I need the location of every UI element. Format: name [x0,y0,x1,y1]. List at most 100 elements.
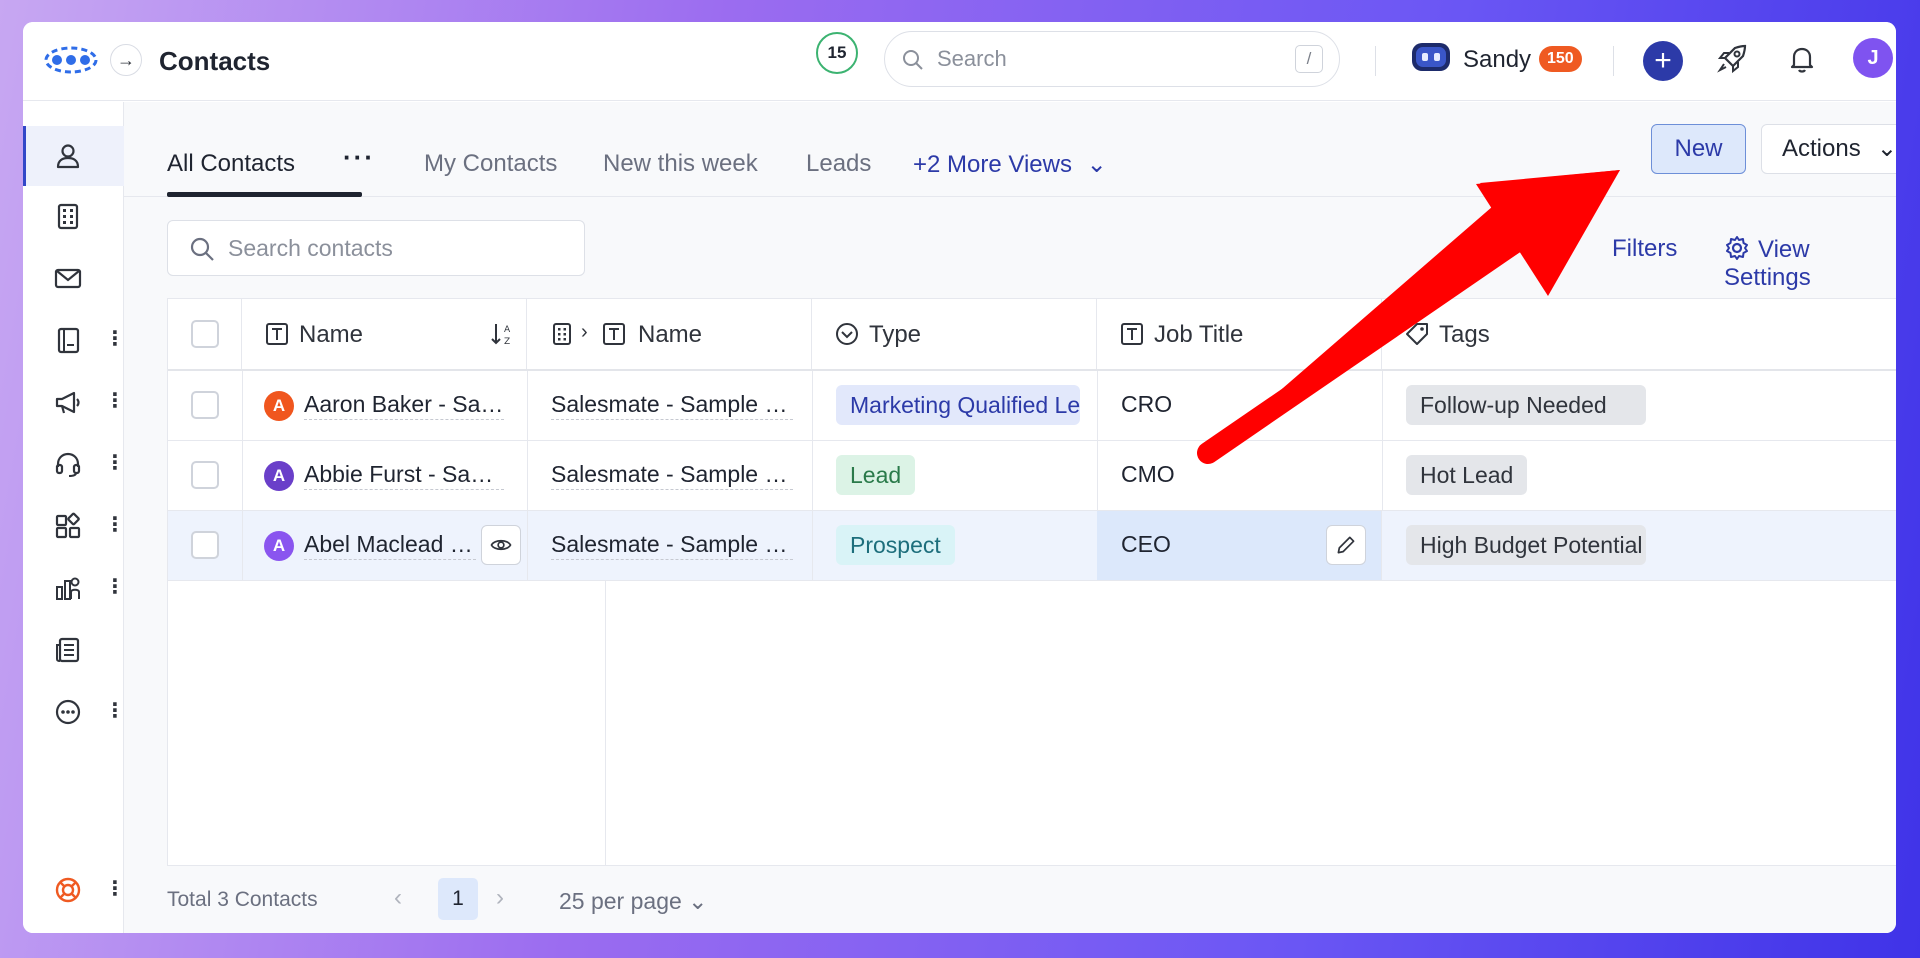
type-pill: Prospect [836,525,955,565]
actions-dropdown[interactable]: Actions ⌄ [1761,124,1896,174]
tab-new-this-week[interactable]: New this week [603,150,758,178]
select-all-checkbox[interactable] [191,320,219,348]
edit-cell-button[interactable] [1326,525,1366,565]
sidebar-item-campaigns[interactable]: ⋮ [23,372,125,432]
job-title-cell[interactable]: CMO [1121,461,1175,488]
tag-icon [1406,323,1428,345]
contact-name-link[interactable]: Abel Maclead - Sample Contact [304,531,476,560]
column-company-name[interactable]: › Name [527,299,812,369]
apps-grid-icon [55,512,81,539]
contact-name-link[interactable]: Abbie Furst - Sample Contact [304,461,504,490]
column-label: Name [299,321,364,348]
actions-label: Actions [1782,135,1861,162]
previous-page-button[interactable]: ‹ [394,884,402,912]
contact-name-link[interactable]: Aaron Baker - Sample Contact [304,391,504,420]
table-row[interactable]: A Abel Maclead - Sample Contact Salesmat… [168,511,1896,581]
sidebar-item-companies[interactable] [23,186,124,246]
table-row[interactable]: A Aaron Baker - Sample Contact Salesmate… [168,371,1896,441]
contact-avatar: A [264,531,294,561]
sidebar: ⋮ ⋮ ⋮ ⋮ ⋮ ⋮ ⋮ [23,102,125,933]
sidebar-item-support[interactable]: ⋮ [23,434,125,494]
more-options-icon[interactable]: ⋮ [105,700,125,724]
column-divider [242,371,243,440]
person-icon [56,144,80,169]
tab-leads[interactable]: Leads [806,150,871,178]
active-tab-indicator [167,192,362,197]
newspaper-icon [56,637,80,663]
lifebuoy-icon [55,877,81,903]
bell-icon[interactable] [1785,42,1819,76]
user-name[interactable]: Sandy [1463,46,1531,74]
sidebar-item-email[interactable] [23,248,124,308]
gear-icon [1726,236,1748,260]
company-name-link[interactable]: Salesmate - Sample Company [551,391,793,420]
column-contact-name[interactable]: Name A Z [242,299,527,369]
sidebar-item-more[interactable]: ⋮ [23,682,125,742]
divider [1375,46,1376,76]
row-checkbox[interactable] [191,531,219,559]
active-cell[interactable]: CEO [1097,511,1382,580]
building-icon [57,203,79,230]
search-shortcut-key: / [1295,45,1323,73]
more-views-dropdown[interactable]: +2 More Views ⌄ [913,150,1107,179]
tab-my-contacts[interactable]: My Contacts [424,150,557,178]
eye-icon [490,539,512,551]
current-page[interactable]: 1 [438,878,478,920]
tab-all-contacts[interactable]: All Contacts [167,150,295,178]
more-options-icon[interactable]: ⋮ [105,452,125,476]
contacts-search-input[interactable] [228,231,568,265]
column-tags[interactable]: Tags [1382,299,1667,369]
contact-avatar: A [264,391,294,421]
sort-az-icon[interactable]: A Z [490,321,516,347]
view-settings-button[interactable]: View Settings [1724,235,1896,292]
column-job-title[interactable]: Job Title [1097,299,1382,369]
sidebar-item-contacts[interactable] [23,126,124,186]
more-options-icon[interactable]: ⋮ [105,514,125,538]
tab-options-icon[interactable]: ··· [343,142,375,173]
more-options-icon[interactable]: ⋮ [105,878,125,902]
sidebar-item-reports[interactable]: ⋮ [23,558,125,618]
table-row[interactable]: A Abbie Furst - Sample Contact Salesmate… [168,441,1896,511]
tag-pill: High Budget Potential [1406,525,1646,565]
dropdown-circle-icon [836,323,858,345]
user-avatar[interactable]: J [1853,38,1893,78]
job-title-cell[interactable]: CRO [1121,391,1172,418]
column-type[interactable]: Type [812,299,1097,369]
company-name-link[interactable]: Salesmate - Sample Company [551,461,793,490]
more-options-icon[interactable]: ⋮ [105,576,125,600]
column-label: Tags [1439,321,1490,348]
more-options-icon[interactable]: ⋮ [105,328,125,352]
company-name-link[interactable]: Salesmate - Sample Company [551,531,793,560]
assistant-bot-icon[interactable] [1409,40,1453,74]
reports-icon [56,577,80,600]
column-divider [527,371,528,440]
sidebar-item-deals[interactable]: ⋮ [23,310,125,370]
next-page-button[interactable]: › [496,884,504,912]
job-title-cell[interactable]: CEO [1121,531,1171,558]
notification-count-badge[interactable]: 15 [816,32,858,74]
expand-sidebar-button[interactable]: → [110,44,142,76]
column-divider [527,511,528,580]
chevron-down-icon: ⌄ [1086,151,1107,178]
sidebar-item-apps[interactable]: ⋮ [23,496,125,556]
column-divider [605,581,606,865]
row-checkbox[interactable] [191,461,219,489]
global-search-input[interactable] [937,42,1267,76]
type-pill: Marketing Qualified Lead [836,385,1080,425]
contacts-search[interactable] [167,220,585,276]
per-page-select[interactable]: 25 per page ⌄ [559,888,707,915]
rocket-icon[interactable] [1715,42,1749,76]
preview-button[interactable] [481,525,521,565]
more-options-icon[interactable]: ⋮ [105,390,125,414]
salesmate-logo[interactable] [43,44,99,76]
new-contact-button[interactable]: New [1651,124,1746,174]
column-label: Name [638,321,703,348]
text-field-icon [266,323,288,345]
column-label: Type [869,321,922,348]
sidebar-item-help[interactable]: ⋮ [23,860,125,920]
filters-button[interactable]: Filters [1612,235,1677,263]
sidebar-item-articles[interactable] [23,620,124,680]
global-search[interactable]: / [884,31,1340,87]
row-checkbox[interactable] [191,391,219,419]
quick-add-button[interactable]: + [1643,41,1683,81]
